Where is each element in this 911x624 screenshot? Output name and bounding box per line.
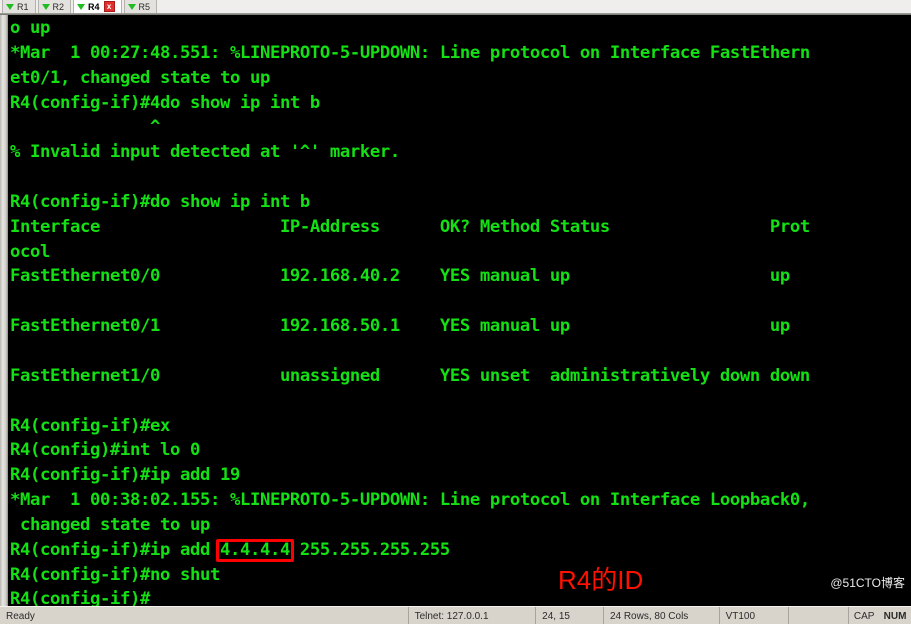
terminal-line: R4(config-if)#ip add 4.4.4.4 255.255.255… bbox=[10, 539, 450, 560]
terminal-line: FastEthernet0/1 192.168.50.1 YES manual … bbox=[10, 316, 790, 337]
terminal-line: R4(config-if)#ip add 19 bbox=[10, 465, 240, 486]
terminal-line: *Mar 1 00:38:02.155: %LINEPROTO-5-UPDOWN… bbox=[10, 490, 810, 511]
terminal-line: R4(config)#int lo 0 bbox=[10, 440, 200, 461]
green-down-arrow-icon bbox=[77, 3, 86, 10]
session-tab-bar: R1 R2 R4 x R5 bbox=[0, 0, 911, 14]
session-tab-r2[interactable]: R2 bbox=[37, 0, 72, 13]
terminal-application-window: R1 R2 R4 x R5 o up *Mar 1 00:27:48.551: %… bbox=[0, 0, 911, 624]
green-down-arrow-icon bbox=[6, 3, 14, 10]
status-emulation: VT100 bbox=[720, 607, 790, 624]
status-cursor-position: 24, 15 bbox=[536, 607, 604, 624]
session-tab-label: R1 bbox=[17, 1, 29, 12]
terminal-line: ocol bbox=[10, 241, 50, 262]
terminal-line: FastEthernet1/0 unassigned YES unset adm… bbox=[10, 365, 810, 386]
terminal-line: Interface IP-Address OK? Method Status P… bbox=[10, 216, 810, 237]
status-num-lock: NUM bbox=[883, 610, 907, 622]
green-down-arrow-icon bbox=[41, 3, 50, 10]
close-icon[interactable]: x bbox=[103, 1, 115, 12]
terminal-line: ^ bbox=[10, 117, 160, 138]
session-tab-r5[interactable]: R5 bbox=[123, 0, 158, 13]
status-dimensions: 24 Rows, 80 Cols bbox=[604, 607, 720, 624]
terminal-line: FastEthernet0/0 192.168.40.2 YES manual … bbox=[10, 266, 790, 287]
terminal-line: et0/1, changed state to up bbox=[10, 67, 270, 88]
terminal-line: *Mar 1 00:27:48.551: %LINEPROTO-5-UPDOWN… bbox=[10, 42, 810, 63]
terminal-line: R4(config-if)#do show ip int b bbox=[10, 191, 310, 212]
status-ready: Ready bbox=[0, 607, 409, 624]
green-down-arrow-icon bbox=[127, 3, 136, 10]
terminal-line: R4(config-if)#4do show ip int b bbox=[10, 92, 320, 113]
terminal-line: R4(config-if)#no shut bbox=[10, 564, 220, 585]
terminal-line: o up bbox=[10, 18, 50, 38]
terminal-line: changed state to up bbox=[10, 514, 210, 535]
session-tab-r1[interactable]: R1 bbox=[2, 0, 36, 13]
status-caps-lock: CAP bbox=[853, 610, 875, 622]
terminal-output-area[interactable]: o up *Mar 1 00:27:48.551: %LINEPROTO-5-UP… bbox=[10, 15, 911, 606]
terminal-line: R4(config-if)#ex bbox=[10, 415, 170, 436]
terminal-frame: o up *Mar 1 00:27:48.551: %LINEPROTO-5-UP… bbox=[0, 14, 911, 606]
annotation-label-router-id: R4的ID bbox=[558, 564, 644, 595]
session-tab-label: R2 bbox=[52, 1, 65, 12]
session-tab-label: R5 bbox=[138, 1, 151, 12]
status-bar: Ready Telnet: 127.0.0.1 24, 15 24 Rows, … bbox=[0, 606, 911, 624]
terminal-line: R4(config-if)# bbox=[10, 589, 150, 606]
terminal-scrollbar[interactable] bbox=[0, 15, 9, 606]
session-tab-r4[interactable]: R4 x bbox=[73, 0, 122, 13]
terminal-line: % Invalid input detected at '^' marker. bbox=[10, 142, 400, 163]
session-tab-label: R4 bbox=[88, 1, 100, 12]
watermark: @51CTO博客 bbox=[830, 576, 905, 590]
status-blank bbox=[789, 607, 850, 624]
status-connection: Telnet: 127.0.0.1 bbox=[409, 607, 537, 624]
